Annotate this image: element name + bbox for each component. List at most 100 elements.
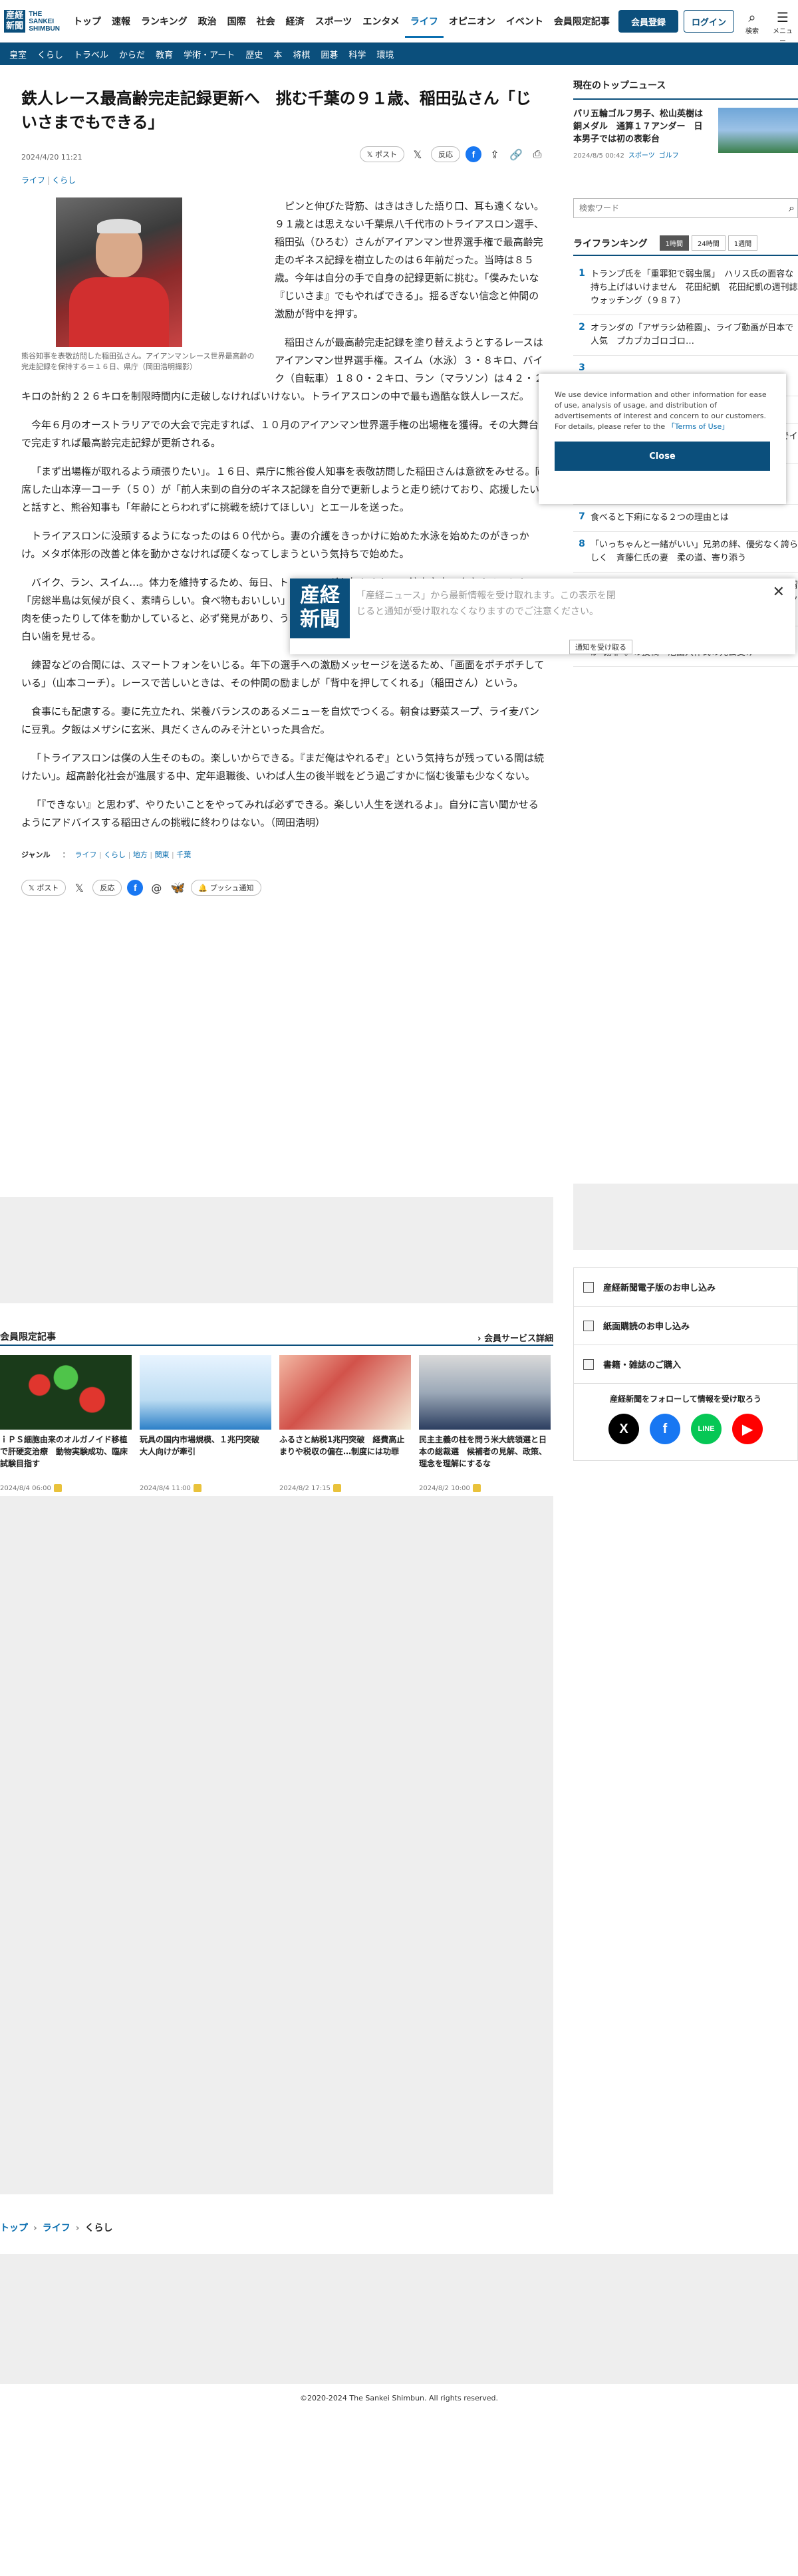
- nav-item[interactable]: オピニオン: [444, 15, 501, 38]
- push-notification-button[interactable]: 🔔 プッシュ通知: [191, 880, 261, 896]
- service-label: 紙面購読のお申し込み: [603, 1322, 690, 1332]
- article-paragraph: 今年６月のオーストラリアでの大会で完走すれば、１０月のアイアンマン世界選手権の出…: [21, 419, 539, 449]
- subnav-item[interactable]: 教育: [150, 48, 178, 61]
- subnav-item[interactable]: 科学: [343, 48, 371, 61]
- subnav-item[interactable]: くらし: [32, 48, 68, 61]
- login-button[interactable]: ログイン: [684, 10, 734, 33]
- members-more-label: 会員サービス詳細: [483, 1334, 553, 1344]
- nav-item[interactable]: 会員限定記事: [549, 15, 615, 38]
- category-link[interactable]: くらし: [52, 176, 76, 185]
- nav-item[interactable]: エンタメ: [357, 15, 405, 38]
- nav-item[interactable]: ライフ: [404, 15, 444, 38]
- genre-link[interactable]: ライフ: [74, 850, 96, 859]
- share-icon[interactable]: ⇪: [487, 146, 503, 162]
- search-input[interactable]: [574, 199, 767, 217]
- article-headline: 鉄人レース最高齢完走記録更新へ 挑む千葉の９１歳、稲田弘さん「じいさまでもできる…: [21, 89, 531, 132]
- member-card-date-text: 2024/8/4 11:00: [140, 1485, 191, 1492]
- ranking-item[interactable]: 8 「いっちゃんと一緒がいい」兄弟の絆、優劣なく誇らしく 斉藤仁氏の妻 柔の道、寄…: [573, 532, 798, 573]
- newspaper-icon: [583, 1281, 594, 1293]
- ranking-tab[interactable]: 1時間: [659, 235, 689, 251]
- facebook-icon[interactable]: f: [466, 146, 481, 162]
- service-link[interactable]: 書籍・雑誌のご購入: [574, 1345, 797, 1384]
- subnav-item[interactable]: 学術・アート: [178, 48, 240, 61]
- members-more-link[interactable]: › 会員サービス詳細: [477, 1331, 553, 1344]
- member-card[interactable]: 玩具の国内市場規模、１兆円突破 大人向けが牽引 2024/8/4 11:00: [140, 1355, 271, 1492]
- category-link[interactable]: ライフ: [21, 176, 45, 185]
- breadcrumb-item[interactable]: くらし: [85, 2223, 113, 2234]
- genre-link[interactable]: 千葉: [176, 850, 191, 859]
- search-label: 検索: [745, 28, 759, 35]
- nav-item[interactable]: イベント: [501, 15, 549, 38]
- genre-link[interactable]: 地方: [133, 850, 148, 859]
- facebook-icon[interactable]: f: [127, 880, 144, 896]
- reaction-button[interactable]: 反応: [431, 146, 460, 162]
- youtube-icon[interactable]: ▶: [732, 1414, 763, 1444]
- service-link[interactable]: 産経新聞電子版のお申し込み: [574, 1268, 797, 1307]
- nav-item[interactable]: スポーツ: [310, 15, 358, 38]
- close-icon[interactable]: ✕: [773, 584, 785, 600]
- subnav-item[interactable]: 囲碁: [315, 48, 343, 61]
- x-icon[interactable]: X: [608, 1414, 639, 1444]
- subnav-item[interactable]: トラベル: [68, 48, 114, 61]
- genre-link[interactable]: くらし: [104, 850, 126, 859]
- nav-item[interactable]: ランキング: [136, 15, 193, 38]
- subnav-item[interactable]: 環境: [371, 48, 399, 61]
- menu-button[interactable]: ☰ メニュー: [771, 9, 794, 45]
- member-register-button[interactable]: 会員登録: [618, 10, 678, 33]
- ranking-item[interactable]: 2 オランダの「アザラシ幼稚園」、ライブ動画が日本で人気 プカプカゴロゴロ…: [573, 315, 798, 356]
- search-button[interactable]: ⌕ 検索: [741, 9, 763, 36]
- follow-text: 産経新聞をフォローして情報を受け取ろう: [610, 1394, 761, 1404]
- subnav-item[interactable]: 将棋: [287, 48, 315, 61]
- service-link[interactable]: 紙面購読のお申し込み: [574, 1307, 797, 1345]
- nav-item[interactable]: 政治: [193, 15, 222, 38]
- article-paragraph: トライアスロンに没頭するようになったのは６０代から。妻の介護をきっかけに始めた水…: [21, 530, 529, 560]
- site-logo[interactable]: 産経 新聞 THE SANKEI SHIMBUN: [4, 5, 60, 37]
- bluesky-icon[interactable]: 🦋: [170, 880, 186, 896]
- post-button[interactable]: 𝕏 ポスト: [21, 880, 66, 896]
- threads-icon[interactable]: @: [148, 880, 164, 896]
- member-card[interactable]: 民主主義の柱を問う米大統領選と日本の総裁選 候補者の見解、政策、理念を理解にする…: [419, 1355, 551, 1492]
- facebook-icon[interactable]: f: [650, 1414, 680, 1444]
- ranking-item[interactable]: 7 食べると下痢になる２つの理由とは: [573, 505, 798, 532]
- tag-link[interactable]: ゴルフ: [659, 152, 679, 160]
- receive-notification-button[interactable]: 通知を受け取る: [569, 640, 632, 654]
- subnav-item[interactable]: からだ: [114, 48, 150, 61]
- print-icon[interactable]: ⎙: [529, 146, 545, 162]
- nav-item[interactable]: 社会: [251, 15, 281, 38]
- lock-icon: [332, 1484, 341, 1492]
- link-icon[interactable]: 🔗: [508, 146, 524, 162]
- subnav-item[interactable]: 本: [268, 48, 287, 61]
- ranking-tab[interactable]: 24時間: [691, 235, 726, 251]
- member-card[interactable]: ｉＰＳ細胞由来のオルガノイド移植で肝硬変治療 動物実験成功、臨床試験目指す 202…: [0, 1355, 132, 1492]
- subnav-item[interactable]: 皇室: [4, 48, 32, 61]
- reaction-button[interactable]: 反応: [92, 880, 122, 896]
- nav-item[interactable]: 経済: [281, 15, 310, 38]
- breadcrumb-item[interactable]: ライフ: [43, 2223, 70, 2234]
- copyright: ©2020-2024 The Sankei Shimbun. All right…: [299, 2394, 499, 2402]
- article-photo[interactable]: [56, 197, 182, 347]
- breadcrumb: トップ › ライフ › くらし: [0, 2223, 113, 2234]
- x-icon[interactable]: 𝕏: [71, 880, 87, 896]
- post-button[interactable]: 𝕏 ポスト: [359, 146, 404, 162]
- article-paragraph: 「トライアスロンは僕の人生そのもの。楽しいからできる。『まだ俺はやれるぞ』という…: [21, 752, 545, 782]
- publish-date: 2024/4/20 11:21: [21, 153, 82, 162]
- breadcrumb-item[interactable]: トップ: [0, 2223, 28, 2234]
- terms-link[interactable]: 「Terms of Use」: [668, 422, 730, 431]
- x-icon[interactable]: 𝕏: [410, 146, 426, 162]
- tag-link[interactable]: スポーツ: [628, 152, 655, 160]
- nav-item[interactable]: 国際: [222, 15, 251, 38]
- ranking-tab[interactable]: 1週間: [728, 235, 758, 251]
- ranking-item[interactable]: 1 トランプ氏を「重罪犯で弱虫属」 ハリス氏の面容な持ち上げはいけません 花田紀凱…: [573, 261, 798, 315]
- cookie-close-button[interactable]: Close: [555, 442, 770, 471]
- nav-item[interactable]: 速報: [106, 15, 136, 38]
- push-prompt: 産経 新聞 「産経ニュース」から最新情報を受け取れます。この表示を閉じると通知が…: [290, 579, 795, 654]
- subnav-item[interactable]: 歴史: [240, 48, 268, 61]
- top-news-item[interactable]: パリ五輪ゴルフ男子、松山英樹は銅メダル 通算１７アンダー 日本男子では初の表彰台…: [573, 108, 798, 181]
- member-card[interactable]: ふるさと納税1兆円突破 経費高止まりや税収の偏在…制度には功罪 2024/8/2 …: [279, 1355, 411, 1492]
- line-icon[interactable]: LINE: [691, 1414, 722, 1444]
- share-bar-top: 𝕏 ポスト 𝕏 反応 f ⇪ 🔗 ⎙: [359, 146, 545, 162]
- genre-link[interactable]: 関東: [155, 850, 170, 859]
- article-paragraph: 「まず出場権が取れるよう頑張りたい」。１６日、県庁に熊谷俊人知事を表敬訪問した稲…: [21, 465, 545, 513]
- nav-item[interactable]: トップ: [68, 15, 106, 38]
- search-icon[interactable]: ⌕: [789, 201, 795, 215]
